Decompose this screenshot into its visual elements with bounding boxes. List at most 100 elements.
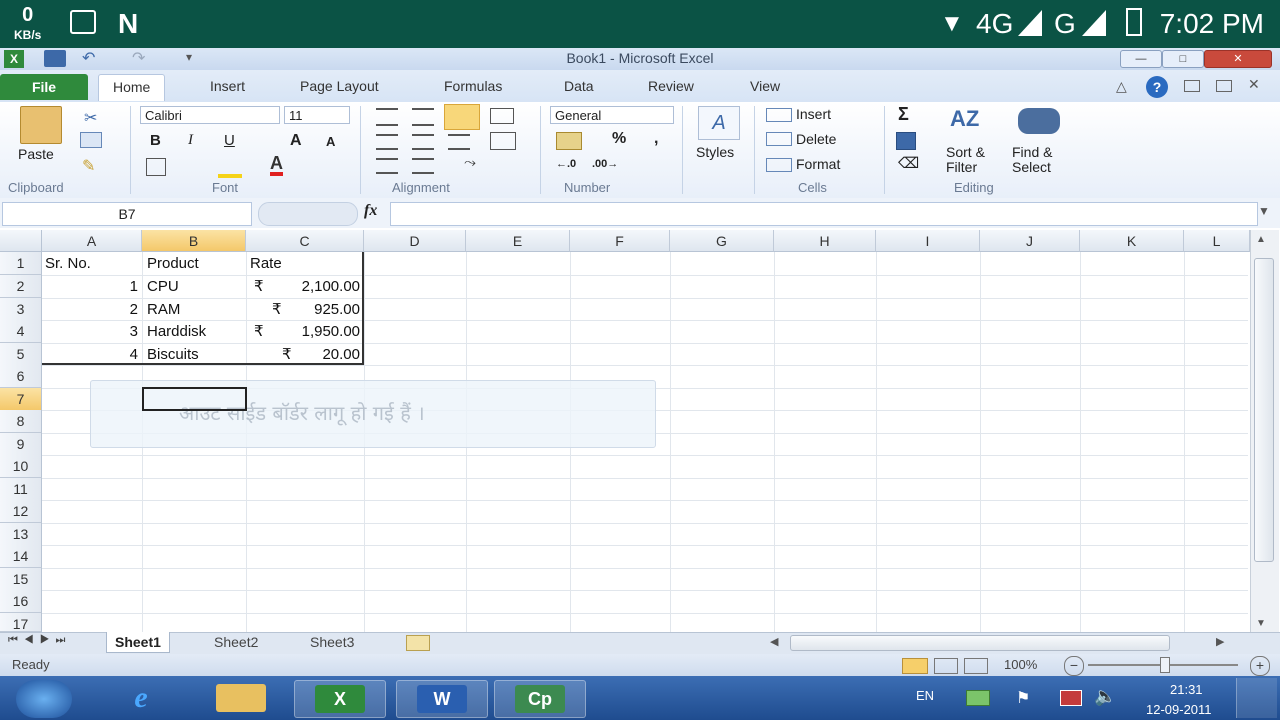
- vertical-scroll-thumb[interactable]: [1254, 258, 1274, 562]
- fill-icon[interactable]: [896, 132, 916, 150]
- row-header-14[interactable]: 14: [0, 545, 42, 568]
- volume-icon[interactable]: 🔈: [1094, 686, 1116, 707]
- decrease-decimal-icon[interactable]: .00→: [592, 158, 618, 170]
- cell-a2[interactable]: 1: [42, 276, 138, 298]
- cell-a4[interactable]: 3: [42, 321, 138, 343]
- shrink-font-button[interactable]: A: [326, 134, 335, 149]
- scroll-down-icon[interactable]: ▼: [1256, 618, 1266, 629]
- format-painter-icon[interactable]: ✎: [82, 156, 95, 176]
- accounting-format-icon[interactable]: [556, 132, 582, 150]
- column-header-l[interactable]: L: [1184, 230, 1250, 252]
- column-header-i[interactable]: I: [876, 230, 980, 252]
- cell-b3[interactable]: RAM: [147, 299, 180, 321]
- cell-c3[interactable]: 925.00: [246, 299, 360, 321]
- column-header-g[interactable]: G: [670, 230, 774, 252]
- increase-decimal-icon[interactable]: ←.0: [556, 158, 576, 170]
- cell-b4[interactable]: Harddisk: [147, 321, 206, 343]
- fill-color-icon[interactable]: [218, 156, 242, 178]
- start-button[interactable]: [16, 680, 72, 718]
- zoom-slider-thumb[interactable]: [1160, 657, 1170, 673]
- column-header-k[interactable]: K: [1080, 230, 1184, 252]
- sort-filter-icon[interactable]: AZ: [950, 106, 979, 132]
- minimize-button[interactable]: —: [1120, 50, 1162, 68]
- row-header-5[interactable]: 5: [0, 343, 42, 366]
- paste-label[interactable]: Paste: [18, 146, 54, 162]
- horizontal-scroll-thumb[interactable]: [790, 635, 1170, 651]
- paste-icon[interactable]: [20, 106, 62, 144]
- align-right-icon[interactable]: [448, 134, 470, 150]
- help-icon[interactable]: ?: [1146, 76, 1168, 98]
- column-header-b[interactable]: B: [142, 230, 246, 252]
- styles-icon[interactable]: A: [698, 106, 740, 140]
- scroll-up-icon[interactable]: ▲: [1256, 234, 1266, 245]
- sheet-nav-icons[interactable]: ⏮◀▶⏭: [8, 634, 71, 647]
- tab-data[interactable]: Data: [550, 74, 608, 100]
- row-header-8[interactable]: 8: [0, 410, 42, 433]
- insert-sheet-icon[interactable]: [406, 635, 430, 651]
- row-header-15[interactable]: 15: [0, 568, 42, 591]
- tab-insert[interactable]: Insert: [196, 74, 259, 100]
- align-center-icon[interactable]: [412, 134, 434, 150]
- column-header-c[interactable]: C: [246, 230, 364, 252]
- zoom-out-icon[interactable]: −: [1064, 656, 1084, 676]
- insert-cells-icon[interactable]: [766, 108, 792, 122]
- cell-c2[interactable]: 2,100.00: [246, 276, 360, 298]
- cell-a5[interactable]: 4: [42, 344, 138, 366]
- sheet-tab-3[interactable]: Sheet3: [302, 632, 362, 652]
- taskbar-folder-button[interactable]: [196, 680, 288, 718]
- taskbar-word-button[interactable]: W: [396, 680, 488, 718]
- row-header-16[interactable]: 16: [0, 590, 42, 613]
- row-header-6[interactable]: 6: [0, 365, 42, 388]
- column-header-f[interactable]: F: [570, 230, 670, 252]
- taskbar-ie-button[interactable]: e: [96, 680, 188, 718]
- cell-c1[interactable]: Rate: [250, 253, 282, 275]
- taskbar-excel-button[interactable]: X: [294, 680, 386, 718]
- row-header-3[interactable]: 3: [0, 298, 42, 321]
- align-bottom-button[interactable]: [444, 104, 480, 130]
- format-cells-icon[interactable]: [766, 158, 792, 172]
- normal-view-icon[interactable]: [902, 658, 928, 674]
- hscroll-left-icon[interactable]: ◀: [770, 635, 778, 648]
- language-indicator[interactable]: EN: [916, 688, 934, 703]
- column-header-j[interactable]: J: [980, 230, 1080, 252]
- increase-indent-icon[interactable]: [412, 158, 434, 174]
- underline-button[interactable]: U: [224, 132, 235, 149]
- wrap-text-icon[interactable]: [490, 108, 514, 124]
- tab-file[interactable]: File: [0, 74, 88, 100]
- row-header-13[interactable]: 13: [0, 523, 42, 546]
- cell-b5[interactable]: Biscuits: [147, 344, 199, 366]
- align-left-icon[interactable]: [376, 134, 398, 150]
- row-header-10[interactable]: 10: [0, 455, 42, 478]
- styles-label[interactable]: Styles: [696, 144, 734, 160]
- hscroll-right-icon[interactable]: ▶: [1216, 635, 1224, 648]
- close-button[interactable]: ✕: [1204, 50, 1272, 68]
- percent-style-icon[interactable]: %: [612, 130, 626, 148]
- sheet-tab-1[interactable]: Sheet1: [106, 632, 170, 653]
- cut-icon[interactable]: ✂: [84, 108, 97, 128]
- action-center-flag-icon[interactable]: ⚑: [1016, 688, 1030, 708]
- row-header-2[interactable]: 2: [0, 275, 42, 298]
- row-header-9[interactable]: 9: [0, 433, 42, 456]
- wb-minimize-button[interactable]: [1184, 80, 1200, 92]
- taskbar-date[interactable]: 12-09-2011: [1146, 702, 1212, 717]
- formula-input[interactable]: [390, 202, 1258, 226]
- italic-button[interactable]: I: [188, 132, 193, 149]
- row-header-11[interactable]: 11: [0, 478, 42, 501]
- autosum-icon[interactable]: Σ: [898, 104, 909, 125]
- bold-button[interactable]: B: [150, 132, 161, 149]
- insert-cells-button[interactable]: Insert: [796, 106, 831, 122]
- orientation-icon[interactable]: ⤳: [464, 154, 476, 171]
- row-header-17[interactable]: 17: [0, 613, 42, 632]
- tray-network-icon[interactable]: [966, 690, 990, 706]
- comma-style-icon[interactable]: ,: [654, 130, 658, 148]
- tray-power-icon[interactable]: [1060, 690, 1082, 706]
- show-desktop-button[interactable]: [1236, 678, 1277, 718]
- merge-center-icon[interactable]: [490, 132, 516, 150]
- sort-filter-label-2[interactable]: Filter: [946, 159, 977, 175]
- decrease-indent-icon[interactable]: [376, 158, 398, 174]
- zoom-level[interactable]: 100%: [1004, 657, 1037, 672]
- sheet-tab-2[interactable]: Sheet2: [206, 632, 266, 652]
- page-layout-view-icon[interactable]: [934, 658, 958, 674]
- number-format-select[interactable]: General: [550, 106, 674, 124]
- font-color-icon[interactable]: A: [270, 154, 283, 176]
